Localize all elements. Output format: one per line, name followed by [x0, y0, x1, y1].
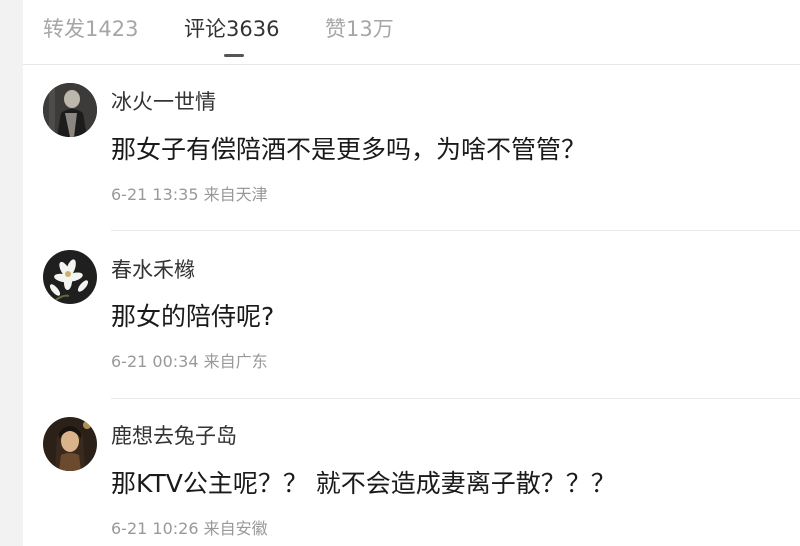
tab-comments-label: 评论3636 — [184, 17, 280, 41]
left-gutter — [0, 0, 23, 546]
comment-item: 春水禾橼 那女的陪侍呢? 6-21 00:34 来自广东 — [23, 248, 800, 399]
comment-username[interactable]: 鹿想去兔子岛 — [111, 422, 237, 450]
tab-likes[interactable]: 赞13万 — [325, 14, 394, 44]
comment-text: 那女子有偿陪酒不是更多吗，为啥不管管？ — [111, 135, 587, 164]
comment-divider — [111, 230, 800, 231]
tab-bar: 转发1423 评论3636 赞13万 — [23, 0, 800, 65]
user-avatar-white-flowers-icon[interactable] — [43, 250, 97, 304]
comment-panel: 转发1423 评论3636 赞13万 冰火一世情 那女子有偿陪酒不是更多吗，为啥… — [0, 0, 800, 546]
comment-location: 来自天津 — [203, 185, 268, 204]
tab-reposts[interactable]: 转发1423 — [43, 14, 138, 44]
comment-username[interactable]: 冰火一世情 — [111, 88, 216, 116]
comment-username[interactable]: 春水禾橼 — [111, 256, 195, 284]
user-avatar-dark-figure-icon[interactable] — [43, 83, 97, 137]
comment-time: 6-21 00:34 — [111, 352, 199, 371]
tab-comments[interactable]: 评论3636 — [184, 14, 280, 57]
comment-divider — [111, 398, 800, 399]
comment-text: 那女的陪侍呢? — [111, 302, 275, 331]
comment-location: 来自广东 — [203, 352, 268, 371]
comment-location: 来自安徽 — [203, 519, 268, 538]
comment-time: 6-21 13:35 — [111, 185, 199, 204]
comment-meta: 6-21 00:34 来自广东 — [111, 351, 268, 373]
comment-item: 鹿想去兔子岛 那KTV公主呢？？ 就不会造成妻离子散？？？ 6-21 10:26… — [23, 415, 800, 546]
comment-meta: 6-21 13:35 来自天津 — [111, 184, 268, 206]
user-avatar-portrait-icon[interactable] — [43, 417, 97, 471]
active-tab-indicator — [224, 54, 244, 57]
comment-time: 6-21 10:26 — [111, 519, 199, 538]
comment-text: 那KTV公主呢？？ 就不会造成妻离子散？？？ — [111, 469, 616, 498]
comment-item: 冰火一世情 那女子有偿陪酒不是更多吗，为啥不管管？ 6-21 13:35 来自天… — [23, 80, 800, 231]
comment-meta: 6-21 10:26 来自安徽 — [111, 518, 268, 540]
